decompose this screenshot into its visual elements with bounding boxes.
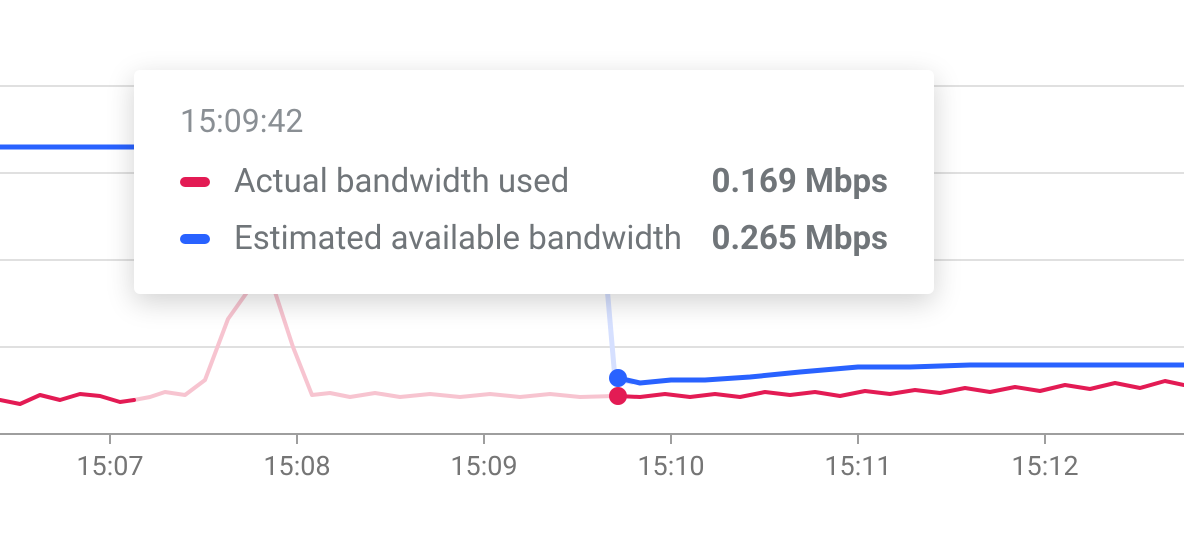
series-actual-faded (134, 281, 618, 400)
tooltip-row-actual: Actual bandwidth used 0.169 Mbps (180, 162, 888, 201)
bandwidth-chart[interactable]: 15:07 15:08 15:09 15:10 15:11 15:12 15:0… (0, 0, 1184, 544)
x-ticks (110, 434, 1045, 444)
hover-marker-actual (609, 387, 627, 405)
tooltip-row-estimated: Estimated available bandwidth 0.265 Mbps (180, 219, 888, 258)
legend-swatch-actual (180, 177, 210, 187)
tooltip-value-estimated: 0.265 Mbps (712, 219, 888, 258)
tooltip-label-actual: Actual bandwidth used (234, 162, 688, 201)
x-tick-label: 15:11 (798, 450, 918, 482)
tooltip-label-estimated: Estimated available bandwidth (234, 219, 688, 258)
legend-swatch-estimated (180, 234, 210, 244)
x-tick-label: 15:07 (50, 450, 170, 482)
series-actual-left (0, 394, 134, 404)
x-tick-label: 15:12 (985, 450, 1105, 482)
tooltip-value-actual: 0.169 Mbps (712, 162, 888, 201)
x-tick-label: 15:09 (424, 450, 544, 482)
hover-marker-estimated (609, 369, 627, 387)
series-actual (618, 381, 1184, 397)
hover-tooltip: 15:09:42 Actual bandwidth used 0.169 Mbp… (134, 70, 934, 294)
x-tick-label: 15:08 (237, 450, 357, 482)
series-estimated (618, 365, 1184, 383)
x-tick-label: 15:10 (611, 450, 731, 482)
tooltip-time: 15:09:42 (180, 102, 888, 140)
